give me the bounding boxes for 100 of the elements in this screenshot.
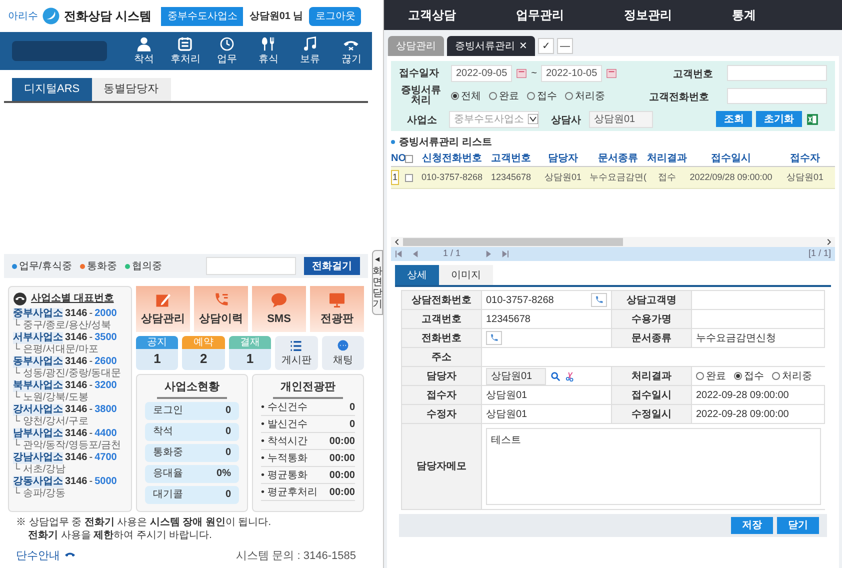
checkbox[interactable] bbox=[405, 174, 413, 182]
radio-option[interactable]: 접수 bbox=[527, 88, 557, 104]
menu-tile[interactable]: 전광판 bbox=[310, 286, 364, 332]
counter-tile[interactable]: 공지 1 bbox=[136, 336, 178, 370]
stat-label: • 평균통화 bbox=[261, 468, 308, 482]
counter-tile[interactable]: 예약 2 bbox=[182, 336, 225, 370]
menu-tile[interactable]: SMS bbox=[252, 286, 306, 332]
tab[interactable]: 이미지 bbox=[439, 265, 493, 285]
detail-label: 전화번호 bbox=[402, 329, 482, 348]
field-label: 사업소 bbox=[407, 115, 437, 126]
action-button[interactable]: 저장 bbox=[731, 517, 773, 534]
office-prefix: 3146 bbox=[65, 308, 88, 320]
toolbar-button[interactable]: 착석 bbox=[123, 36, 164, 66]
user-name: 상담원01 님 bbox=[249, 10, 304, 24]
separator: - bbox=[89, 356, 93, 368]
toolbar-button[interactable]: 보류 bbox=[289, 36, 330, 66]
dial-button[interactable]: 전화걸기 bbox=[304, 257, 360, 275]
stat-value: 0 bbox=[225, 404, 231, 418]
counter-label: 공지 bbox=[136, 336, 178, 349]
stat-label: • 평균후처리 bbox=[261, 486, 318, 500]
outage-link[interactable]: 단수안내 bbox=[16, 548, 60, 564]
radio-option[interactable]: 처리중 bbox=[565, 88, 605, 104]
nav-menu-item[interactable]: 정보관리 bbox=[624, 6, 684, 24]
phone-icon bbox=[594, 295, 604, 305]
office-name: 서부사업소 bbox=[13, 332, 63, 344]
call-button[interactable] bbox=[486, 331, 502, 345]
nav-menu-item[interactable]: 업무관리 bbox=[516, 6, 576, 24]
nav-menu-item[interactable]: 통계 bbox=[732, 6, 792, 24]
tab[interactable]: 증빙서류관리 ✕ bbox=[447, 36, 535, 56]
toolbar-button[interactable]: 휴식 bbox=[248, 36, 289, 66]
menu-tile[interactable]: 상담관리 bbox=[136, 286, 190, 332]
list-icon bbox=[289, 338, 304, 352]
office-areas: └ 양천/강서/구로 bbox=[13, 416, 88, 428]
counter-value: 2 bbox=[198, 350, 208, 368]
toolbar-button[interactable]: 끊기 bbox=[330, 36, 372, 66]
tab[interactable]: 동별담당자 bbox=[92, 78, 171, 100]
counter-tile[interactable]: 결재 1 bbox=[228, 336, 272, 370]
checkbox[interactable] bbox=[405, 154, 413, 162]
table-row[interactable]: 1 010-3757-8268 12345678 상담원01 누수요금감면( 접수 2022/09/28 09:00:00 상담원01 bbox=[391, 167, 835, 189]
detail-label: 처리결과 bbox=[612, 367, 692, 386]
scissors-icon bbox=[565, 370, 576, 382]
office-name: 강남사업소 bbox=[13, 452, 63, 464]
action-button[interactable]: 닫기 bbox=[777, 517, 819, 534]
detail-label: 문서종류 bbox=[612, 329, 692, 348]
customer-number-input[interactable] bbox=[727, 65, 827, 81]
dropdown-arrow-icon bbox=[528, 114, 538, 124]
table-cell: 상담원01 bbox=[482, 405, 612, 424]
office-name: 강서사업소 bbox=[13, 404, 63, 416]
page-indicator: 1 / 1 bbox=[443, 247, 461, 260]
customer-phone-input[interactable] bbox=[727, 88, 827, 104]
stat-value: 0 bbox=[225, 488, 231, 502]
radio-option[interactable]: 완료 bbox=[489, 88, 519, 104]
assignee-field[interactable]: 상담원01 bbox=[486, 368, 546, 384]
tab-action-button[interactable]: — bbox=[557, 38, 573, 54]
office-number: 2600 bbox=[94, 356, 117, 368]
calendar-icon bbox=[516, 68, 528, 78]
office-prefix: 3146 bbox=[65, 452, 88, 464]
phone-icon bbox=[489, 333, 499, 343]
table-cell-text: 2022/09/28 09:00:00 bbox=[688, 170, 774, 184]
office-name: 중부사업소 bbox=[13, 308, 63, 320]
office-number: 4700 bbox=[94, 452, 117, 464]
menu-tile[interactable]: 상담이력 bbox=[194, 286, 248, 332]
horizontal-scrollbar[interactable] bbox=[391, 237, 835, 247]
radio-option[interactable]: 접수 bbox=[734, 368, 764, 384]
next-page-icon bbox=[484, 250, 493, 258]
office-prefix: 3146 bbox=[65, 332, 88, 344]
tab-action-button[interactable]: ✓ bbox=[538, 38, 554, 54]
toolbar-button[interactable]: 업무 bbox=[206, 36, 248, 66]
office-prefix: 3146 bbox=[65, 404, 88, 416]
memo-field[interactable]: 테스트 bbox=[486, 428, 821, 505]
shortcut-tile[interactable]: 채팅 bbox=[322, 336, 364, 370]
cutlery-icon bbox=[260, 36, 276, 52]
detail-label: 주소 bbox=[402, 348, 482, 367]
tab[interactable]: 디지털ARS bbox=[12, 78, 92, 100]
phone-number-input[interactable] bbox=[206, 257, 296, 275]
office-prefix: 3146 bbox=[65, 380, 88, 392]
call-button[interactable] bbox=[591, 293, 607, 307]
nav-menu-item[interactable]: 고객상담 bbox=[408, 6, 468, 24]
radio-option[interactable]: 완료 bbox=[696, 368, 726, 384]
water-drop-icon bbox=[42, 7, 60, 25]
radio-option[interactable]: 전체 bbox=[451, 88, 481, 104]
toolbar-button[interactable]: 후처리 bbox=[164, 36, 206, 66]
app-title: 전화상담 시스템 bbox=[64, 8, 152, 25]
search-button[interactable]: 조회 bbox=[716, 111, 752, 127]
scrollbar-thumb[interactable] bbox=[403, 238, 623, 246]
field-label: 고객전화번호 bbox=[649, 92, 709, 103]
close-icon[interactable]: ✕ bbox=[519, 38, 527, 54]
chevron-left-icon bbox=[393, 238, 401, 246]
detail-label: 접수자 bbox=[402, 386, 482, 405]
radio-option[interactable]: 처리중 bbox=[772, 368, 812, 384]
logout-button[interactable]: 로그아웃 bbox=[309, 6, 362, 26]
page-total: [1 / 1] bbox=[808, 247, 831, 260]
shortcut-tile[interactable]: 게시판 bbox=[275, 336, 318, 370]
date-field[interactable]: 2022-10-05 bbox=[541, 64, 602, 82]
date-field[interactable]: 2022-09-05 bbox=[451, 64, 512, 82]
tab[interactable]: 상세 bbox=[395, 265, 439, 285]
table-cell-text: 상담원01 bbox=[785, 170, 824, 184]
detail-label: 담당자 bbox=[402, 367, 482, 386]
search-button[interactable]: 초기화 bbox=[756, 111, 802, 127]
detail-label: 수정자 bbox=[402, 405, 482, 424]
